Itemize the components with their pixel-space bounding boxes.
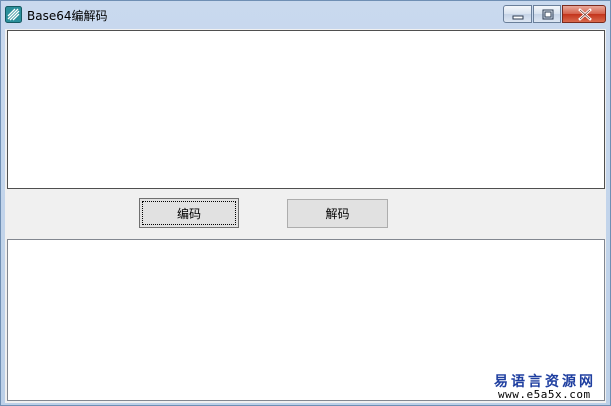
application-window: Base64编解码 编码 解码 易语言资源网 www.e5a5x.com [0, 0, 611, 406]
client-area: 编码 解码 [5, 29, 606, 403]
input-textbox[interactable] [7, 30, 605, 189]
window-controls [503, 5, 606, 24]
maximize-button[interactable] [533, 5, 561, 23]
decode-button[interactable]: 解码 [287, 199, 388, 228]
minimize-icon [512, 15, 524, 20]
encode-button[interactable]: 编码 [139, 198, 239, 228]
window-title: Base64编解码 [27, 9, 108, 23]
close-icon [578, 8, 592, 21]
minimize-button[interactable] [503, 5, 532, 23]
maximize-icon [542, 9, 554, 20]
close-button[interactable] [562, 5, 606, 23]
app-logo-icon [5, 6, 22, 23]
watermark-site-url: www.e5a5x.com [498, 388, 591, 401]
title-bar[interactable]: Base64编解码 [1, 1, 610, 29]
